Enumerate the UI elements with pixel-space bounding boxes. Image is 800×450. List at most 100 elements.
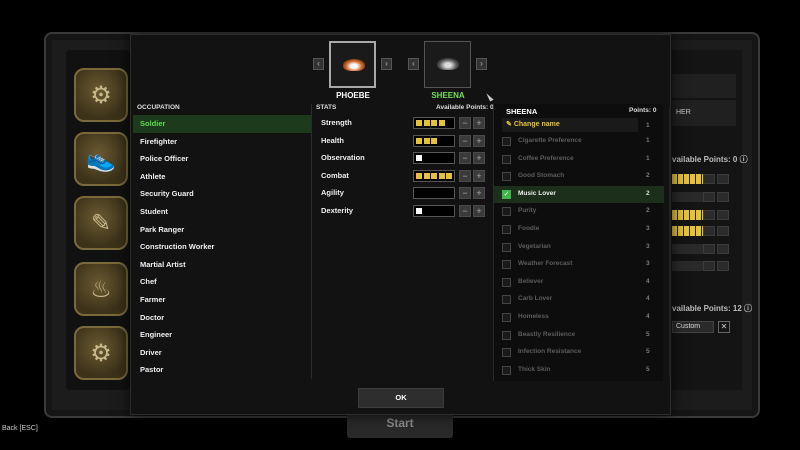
chef-hat-tab-icon[interactable]: ♨: [74, 262, 128, 316]
next-character-arrow-icon[interactable]: ›: [476, 58, 487, 70]
background-top-button[interactable]: [672, 74, 736, 98]
background-stat-minus[interactable]: [703, 174, 715, 184]
background-custom-close-icon[interactable]: ✕: [718, 321, 730, 333]
character-portrait-phoebe[interactable]: [329, 41, 376, 88]
trait-checkbox[interactable]: [502, 348, 511, 358]
background-stat-plus[interactable]: [717, 261, 729, 271]
background-stat-plus[interactable]: [717, 210, 729, 220]
trait-label: Weather Forecast: [518, 260, 573, 268]
stat-increase-button[interactable]: +: [473, 205, 485, 217]
stat-decrease-button[interactable]: −: [459, 187, 471, 200]
background-stat-minus[interactable]: [703, 244, 715, 254]
change-name-button[interactable]: ✎ Change name: [502, 118, 638, 132]
trait-label: Coffee Preference: [518, 154, 574, 162]
occupation-item[interactable]: Construction Worker: [133, 238, 311, 256]
background-her-button[interactable]: HER: [672, 100, 736, 126]
trait-checkbox[interactable]: [502, 365, 511, 375]
occupation-item[interactable]: Doctor: [133, 309, 311, 327]
trait-checkbox[interactable]: [502, 277, 511, 287]
trait-row[interactable]: Purity 2: [494, 203, 664, 221]
stat-level-bar: [413, 169, 455, 182]
next-character-arrow-icon[interactable]: ›: [381, 58, 392, 70]
background-stat-minus[interactable]: [703, 210, 715, 220]
shoe-tab-icon[interactable]: 👟: [74, 132, 128, 186]
trait-row[interactable]: Thick Skin 5: [494, 362, 664, 380]
trait-row[interactable]: Cigarette Preference 1: [494, 133, 664, 151]
trait-row[interactable]: Foodie 3: [494, 221, 664, 239]
trait-checkbox[interactable]: [502, 154, 511, 164]
back-esc-button[interactable]: Back [ESC]: [2, 425, 38, 432]
occupation-item[interactable]: Athlete: [133, 168, 311, 186]
stat-increase-button[interactable]: +: [473, 169, 485, 182]
background-stat-plus[interactable]: [717, 244, 729, 254]
stat-decrease-button[interactable]: −: [459, 134, 471, 147]
trait-checkbox[interactable]: [502, 137, 511, 146]
trait-row[interactable]: Carb Lover 4: [494, 291, 664, 309]
trait-checkbox[interactable]: [502, 295, 511, 305]
occupation-item[interactable]: Soldier: [133, 115, 311, 133]
stat-increase-button[interactable]: +: [473, 117, 485, 129]
occupation-item[interactable]: Firefighter: [133, 133, 311, 151]
stat-increase-button[interactable]: +: [473, 152, 485, 165]
stat-label: Observation: [321, 153, 365, 163]
stat-decrease-button[interactable]: −: [459, 117, 471, 129]
stat-decrease-button[interactable]: −: [459, 205, 471, 217]
trait-checkbox[interactable]: [502, 313, 511, 322]
stat-level-bar: [413, 117, 455, 129]
stat-label: Combat: [321, 170, 349, 180]
settings-gear-tab-icon[interactable]: ⚙: [74, 326, 128, 380]
background-stat-plus[interactable]: [717, 174, 729, 184]
trait-row[interactable]: Weather Forecast 3: [494, 256, 664, 274]
background-stat-minus[interactable]: [703, 192, 715, 202]
trait-row[interactable]: Vegetarian 3: [494, 239, 664, 257]
occupation-item[interactable]: Driver: [133, 344, 311, 362]
trait-checkbox[interactable]: [502, 207, 511, 217]
trait-row[interactable]: Homeless 4: [494, 309, 664, 327]
stat-level-pip: [416, 208, 422, 214]
occupation-item[interactable]: Police Officer: [133, 150, 311, 168]
occupation-item[interactable]: Engineer: [133, 326, 311, 344]
background-stat-plus[interactable]: [717, 192, 729, 202]
stat-level-pip: [423, 172, 430, 179]
prev-character-arrow-icon[interactable]: ‹: [408, 58, 419, 70]
trait-checkbox[interactable]: [502, 225, 511, 234]
trait-row[interactable]: Infection Resistance 5: [494, 344, 664, 362]
trait-checkbox[interactable]: ✓: [502, 189, 511, 199]
background-stat-minus[interactable]: [703, 226, 715, 236]
background-custom-field[interactable]: Custom: [672, 321, 714, 333]
occupation-item[interactable]: Farmer: [133, 291, 311, 309]
occupation-item[interactable]: Park Ranger: [133, 221, 311, 239]
trait-checkbox[interactable]: [502, 172, 511, 182]
trait-checkbox[interactable]: [502, 260, 511, 270]
trait-checkbox[interactable]: [502, 330, 511, 340]
trait-row[interactable]: Good Stomach 2: [494, 168, 664, 186]
occupation-item[interactable]: Chef: [133, 273, 311, 291]
ok-button[interactable]: OK: [358, 388, 444, 408]
background-stat-plus[interactable]: [717, 226, 729, 236]
occupation-item[interactable]: Security Guard: [133, 185, 311, 203]
occupation-item[interactable]: Martial Artist: [133, 256, 311, 274]
stat-increase-button[interactable]: +: [473, 134, 485, 147]
trait-cost: 4: [646, 295, 650, 303]
trait-checkbox[interactable]: [502, 242, 511, 252]
traits-panel: SHEENA Points: 0 ✎ Change name 1 Cigaret…: [493, 104, 664, 381]
stat-decrease-button[interactable]: −: [459, 169, 471, 182]
skills-tab-icon[interactable]: ⚙: [74, 68, 128, 122]
trait-cost: 3: [646, 225, 650, 232]
trait-row[interactable]: Beastly Resilience 5: [494, 327, 664, 345]
character-portrait-sheena[interactable]: [424, 41, 471, 88]
trait-label: Homeless: [518, 313, 549, 320]
trait-row[interactable]: Believer 4: [494, 274, 664, 292]
stat-level-pip: [431, 137, 437, 144]
background-stat-minus[interactable]: [703, 261, 715, 271]
stat-increase-button[interactable]: +: [473, 187, 485, 200]
prev-character-arrow-icon[interactable]: ‹: [313, 58, 324, 70]
occupation-item[interactable]: Student: [133, 203, 311, 221]
stat-level-pip: [431, 172, 437, 179]
trait-row[interactable]: ✓ Music Lover 2: [494, 185, 664, 204]
traits-scrollbar[interactable]: [669, 107, 671, 377]
trait-row[interactable]: Coffee Preference 1: [494, 151, 664, 169]
stat-decrease-button[interactable]: −: [459, 152, 471, 165]
sheet-tab-icon[interactable]: ✎: [74, 196, 128, 250]
occupation-item[interactable]: Pastor: [133, 361, 311, 379]
